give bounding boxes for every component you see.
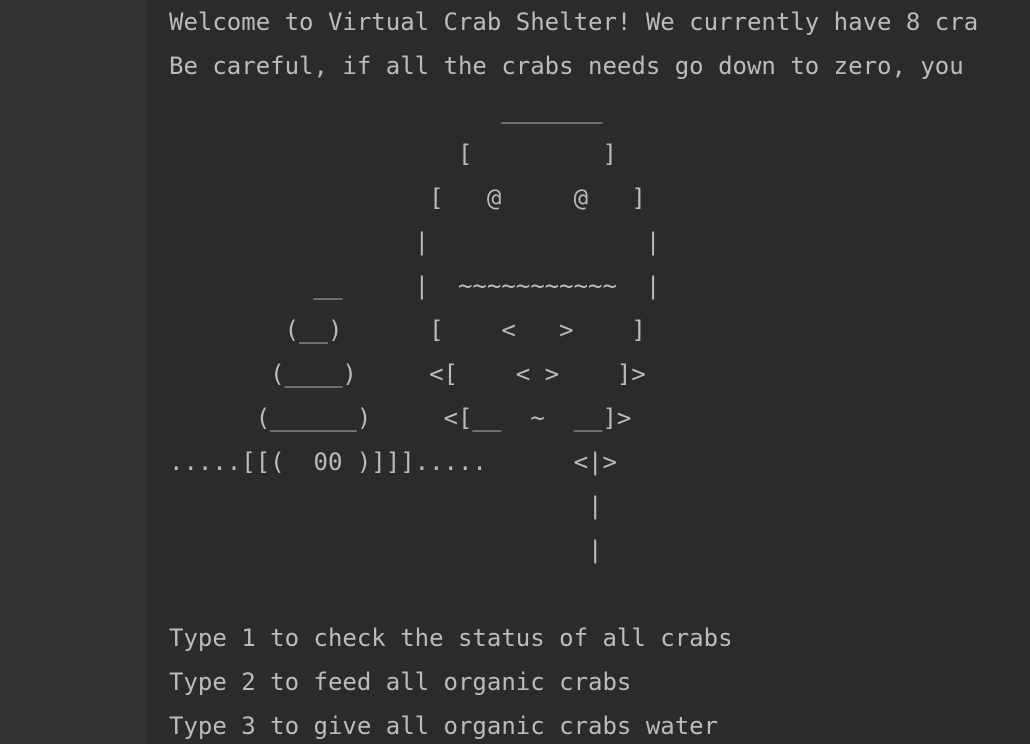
ascii-art-line: (____) <[ < > ]>: [169, 360, 646, 388]
ascii-art-line: (______) <[__ ~ __]>: [169, 404, 632, 432]
warning-line: Be careful, if all the crabs needs go do…: [169, 52, 964, 80]
console-window: Welcome to Virtual Crab Shelter! We curr…: [0, 0, 1030, 744]
ascii-art-line: |: [169, 492, 603, 520]
ascii-art-line: [ ]: [169, 140, 617, 168]
welcome-line: Welcome to Virtual Crab Shelter! We curr…: [169, 8, 979, 36]
ascii-art-line: | |: [169, 228, 661, 256]
console-output[interactable]: Welcome to Virtual Crab Shelter! We curr…: [169, 0, 1030, 744]
editor-gutter: [0, 0, 146, 744]
ascii-art-line: (__) [ < > ]: [169, 316, 646, 344]
ascii-art-line: .....[[( 00 )]]]..... <|>: [169, 448, 617, 476]
menu-option-2: Type 2 to feed all organic crabs: [169, 668, 632, 696]
ascii-art-line: [ @ @ ]: [169, 184, 646, 212]
ascii-art-line: |: [169, 536, 603, 564]
menu-option-1: Type 1 to check the status of all crabs: [169, 624, 733, 652]
ascii-art-line: _______: [169, 96, 603, 124]
menu-option-3: Type 3 to give all organic crabs water: [169, 712, 719, 740]
ascii-art-line: __ | ~~~~~~~~~~~ |: [169, 272, 661, 300]
